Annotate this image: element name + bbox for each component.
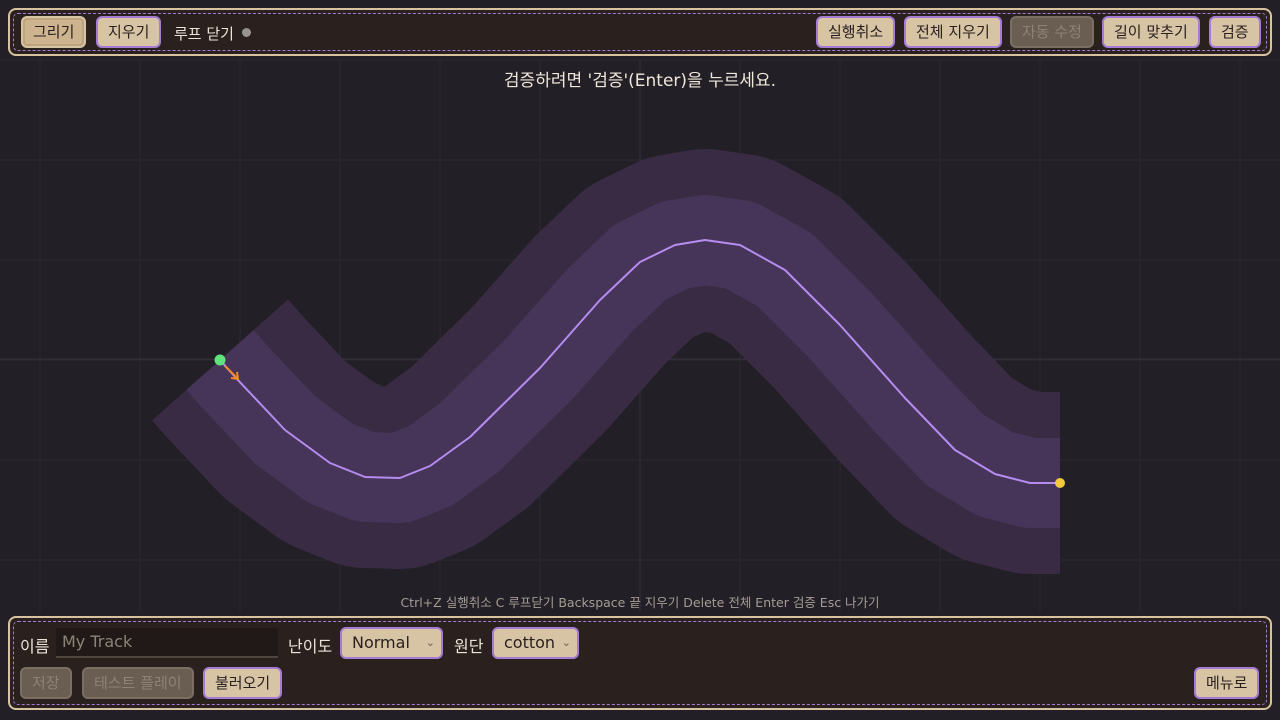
fabric-value: cotton	[504, 633, 556, 652]
difficulty-value: Normal	[352, 633, 410, 652]
fit-length-button[interactable]: 길이 맞추기	[1102, 16, 1200, 48]
difficulty-label: 난이도	[288, 637, 333, 656]
toolbar: 그리기 지우기 루프 닫기 실행취소 전체 지우기 자동 수정 길이 맞추기 검…	[8, 8, 1272, 56]
status-message: 검증하려면 '검증'(Enter)을 누르세요.	[503, 71, 777, 91]
save-button[interactable]: 저장	[20, 667, 72, 699]
auto-fix-button[interactable]: 자동 수정	[1010, 16, 1094, 48]
chevron-down-icon: ⌄	[561, 636, 571, 649]
name-label: 이름	[20, 637, 50, 656]
fabric-select[interactable]: cotton ⌄	[492, 627, 579, 659]
track-name-input[interactable]: My Track	[56, 628, 278, 658]
erase-button[interactable]: 지우기	[96, 16, 162, 48]
close-loop-label: 루프 닫기	[174, 25, 234, 43]
clear-all-button[interactable]: 전체 지우기	[904, 16, 1002, 48]
loop-status-indicator	[242, 28, 251, 37]
end-marker	[1055, 478, 1065, 488]
validate-button[interactable]: 검증	[1209, 16, 1261, 48]
fabric-label: 원단	[454, 637, 484, 656]
track-settings-panel: 이름 My Track 난이도 Normal ⌄ 원단 cotton ⌄ 저장 …	[8, 616, 1272, 710]
load-button[interactable]: 불러오기	[203, 667, 283, 699]
start-marker	[214, 354, 226, 366]
undo-button[interactable]: 실행취소	[816, 16, 896, 48]
shortcut-hint: Ctrl+Z 실행취소 C 루프닫기 Backspace 끝 지우기 Delet…	[400, 595, 880, 610]
difficulty-select[interactable]: Normal ⌄	[340, 627, 443, 659]
track-canvas[interactable]	[0, 0, 1280, 720]
draw-button[interactable]: 그리기	[21, 16, 87, 48]
back-to-menu-button[interactable]: 메뉴로	[1194, 667, 1260, 699]
track-name-placeholder: My Track	[62, 632, 133, 651]
chevron-down-icon: ⌄	[425, 636, 435, 649]
test-play-button[interactable]: 테스트 플레이	[82, 667, 194, 699]
